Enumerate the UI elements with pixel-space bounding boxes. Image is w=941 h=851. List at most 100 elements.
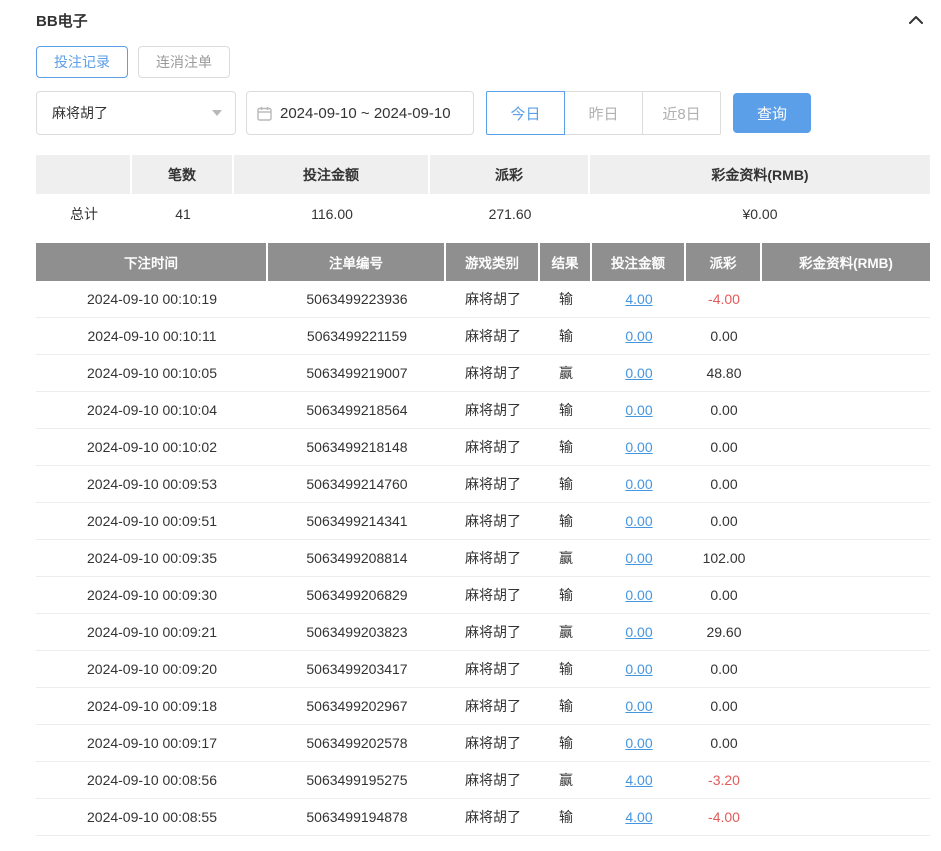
table-row: 2024-09-10 00:08:555063499194878麻将胡了输4.0… [36, 799, 930, 836]
result-cell: 输 [540, 799, 592, 836]
game-type-cell: 麻将胡了 [446, 355, 540, 392]
filter-bar: 麻将胡了 2024-09-10 ~ 2024-09-10 今日 昨日 近8日 查… [36, 91, 930, 135]
bet-amount-link[interactable]: 0.00 [625, 328, 652, 344]
bet-time-cell: 2024-09-10 00:10:04 [36, 392, 268, 429]
summary-total-bonus: ¥0.00 [590, 194, 930, 233]
order-id-cell: 5063499208814 [268, 540, 446, 577]
payout-cell: -3.20 [686, 762, 762, 799]
table-row: 2024-09-10 00:10:055063499219007麻将胡了赢0.0… [36, 355, 930, 392]
bet-amount-cell: 0.00 [592, 577, 686, 614]
table-row: 2024-09-10 00:09:185063499202967麻将胡了输0.0… [36, 688, 930, 725]
bet-amount-link[interactable]: 0.00 [625, 513, 652, 529]
quick-yesterday-button[interactable]: 昨日 [564, 91, 643, 135]
bonus-cell [762, 281, 930, 318]
table-row: 2024-09-10 00:09:215063499203823麻将胡了赢0.0… [36, 614, 930, 651]
bonus-cell [762, 355, 930, 392]
bet-time-cell: 2024-09-10 00:09:53 [36, 466, 268, 503]
bet-amount-cell: 0.00 [592, 540, 686, 577]
order-id-cell: 5063499218564 [268, 392, 446, 429]
column-header-order-id: 注单编号 [268, 243, 446, 281]
bet-amount-cell: 0.00 [592, 355, 686, 392]
panel-header: BB电子 [36, 8, 930, 32]
bet-time-cell: 2024-09-10 00:09:18 [36, 688, 268, 725]
bet-amount-cell: 0.00 [592, 651, 686, 688]
bet-amount-link[interactable]: 4.00 [625, 291, 652, 307]
bet-amount-link[interactable]: 0.00 [625, 476, 652, 492]
summary-header-bet-amount: 投注金额 [234, 155, 430, 194]
game-type-cell: 麻将胡了 [446, 540, 540, 577]
column-header-bet-amount: 投注金额 [592, 243, 686, 281]
game-type-cell: 麻将胡了 [446, 503, 540, 540]
bonus-cell [762, 577, 930, 614]
bet-time-cell: 2024-09-10 00:08:56 [36, 762, 268, 799]
order-id-cell: 5063499195275 [268, 762, 446, 799]
bet-amount-link[interactable]: 0.00 [625, 365, 652, 381]
bet-amount-cell: 0.00 [592, 392, 686, 429]
record-tabs: 投注记录 连消注单 [36, 46, 930, 78]
bet-amount-link[interactable]: 0.00 [625, 550, 652, 566]
bet-amount-link[interactable]: 0.00 [625, 439, 652, 455]
date-range-input[interactable]: 2024-09-10 ~ 2024-09-10 [246, 91, 474, 135]
payout-cell: -4.00 [686, 799, 762, 836]
payout-cell: 102.00 [686, 540, 762, 577]
result-cell: 赢 [540, 540, 592, 577]
result-cell: 输 [540, 466, 592, 503]
chevron-up-icon[interactable] [906, 10, 926, 30]
quick-today-button[interactable]: 今日 [486, 91, 565, 135]
bonus-cell [762, 725, 930, 762]
bet-time-cell: 2024-09-10 00:09:30 [36, 577, 268, 614]
bonus-cell [762, 466, 930, 503]
tab-bet-records[interactable]: 投注记录 [36, 46, 128, 78]
bonus-cell [762, 503, 930, 540]
bet-amount-cell: 0.00 [592, 429, 686, 466]
table-row: 2024-09-10 00:09:305063499206829麻将胡了输0.0… [36, 577, 930, 614]
bet-time-cell: 2024-09-10 00:09:51 [36, 503, 268, 540]
column-header-time: 下注时间 [36, 243, 268, 281]
bet-amount-link[interactable]: 4.00 [625, 772, 652, 788]
bet-time-cell: 2024-09-10 00:10:19 [36, 281, 268, 318]
bet-table-body: 2024-09-10 00:10:195063499223936麻将胡了输4.0… [36, 281, 930, 836]
table-row: 2024-09-10 00:09:515063499214341麻将胡了输0.0… [36, 503, 930, 540]
column-header-result: 结果 [540, 243, 592, 281]
bet-amount-cell: 0.00 [592, 503, 686, 540]
bet-time-cell: 2024-09-10 00:09:20 [36, 651, 268, 688]
game-select-value: 麻将胡了 [52, 103, 108, 123]
table-row: 2024-09-10 00:09:175063499202578麻将胡了输0.0… [36, 725, 930, 762]
bonus-cell [762, 392, 930, 429]
result-cell: 输 [540, 281, 592, 318]
bet-amount-link[interactable]: 0.00 [625, 661, 652, 677]
table-row: 2024-09-10 00:09:535063499214760麻将胡了输0.0… [36, 466, 930, 503]
quick-last8days-button[interactable]: 近8日 [642, 91, 721, 135]
order-id-cell: 5063499203417 [268, 651, 446, 688]
summary-header-row: 笔数 投注金额 派彩 彩金资料(RMB) [36, 155, 930, 194]
search-button[interactable]: 查询 [733, 93, 811, 133]
bonus-cell [762, 318, 930, 355]
order-id-cell: 5063499214341 [268, 503, 446, 540]
result-cell: 输 [540, 318, 592, 355]
result-cell: 输 [540, 651, 592, 688]
bet-table: 下注时间 注单编号 游戏类别 结果 投注金额 派彩 彩金资料(RMB) 2024… [36, 243, 930, 836]
bet-time-cell: 2024-09-10 00:08:55 [36, 799, 268, 836]
game-type-cell: 麻将胡了 [446, 614, 540, 651]
tab-cancelled-orders[interactable]: 连消注单 [138, 46, 230, 78]
summary-total-bet-amount: 116.00 [234, 194, 430, 233]
game-select[interactable]: 麻将胡了 [36, 91, 236, 135]
bet-amount-link[interactable]: 0.00 [625, 402, 652, 418]
bet-time-cell: 2024-09-10 00:10:02 [36, 429, 268, 466]
bet-amount-link[interactable]: 0.00 [625, 735, 652, 751]
result-cell: 赢 [540, 762, 592, 799]
bet-amount-link[interactable]: 0.00 [625, 624, 652, 640]
bonus-cell [762, 651, 930, 688]
result-cell: 输 [540, 725, 592, 762]
bet-amount-cell: 4.00 [592, 762, 686, 799]
payout-cell: 0.00 [686, 466, 762, 503]
bet-amount-cell: 0.00 [592, 614, 686, 651]
bet-amount-cell: 0.00 [592, 688, 686, 725]
bet-amount-link[interactable]: 4.00 [625, 809, 652, 825]
chevron-down-icon [212, 110, 222, 116]
bet-amount-link[interactable]: 0.00 [625, 587, 652, 603]
order-id-cell: 5063499202967 [268, 688, 446, 725]
bet-amount-link[interactable]: 0.00 [625, 698, 652, 714]
game-type-cell: 麻将胡了 [446, 318, 540, 355]
table-row: 2024-09-10 00:09:355063499208814麻将胡了赢0.0… [36, 540, 930, 577]
